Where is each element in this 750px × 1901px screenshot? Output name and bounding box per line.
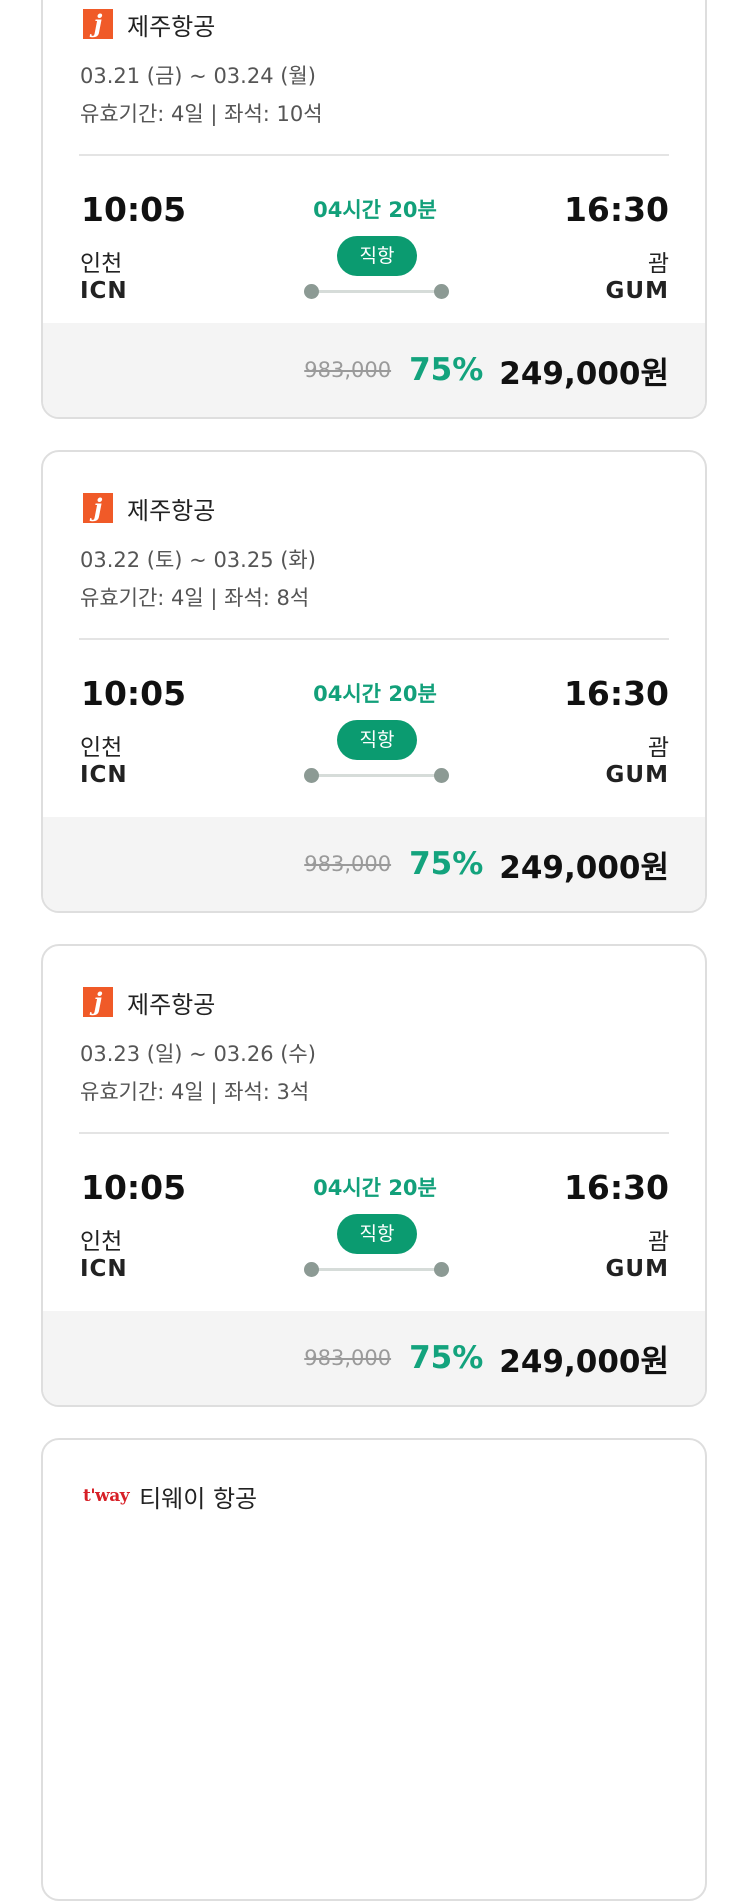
price-bar: 983,000 75% 249,000원	[43, 1311, 705, 1405]
arrival-code: GUM	[605, 278, 669, 304]
airline-name: 제주항공	[127, 496, 216, 525]
airline-row: j 제주항공	[83, 492, 216, 525]
final-price: 249,000원	[499, 355, 669, 392]
route-line	[310, 290, 442, 293]
original-price: 983,000	[304, 1346, 392, 1370]
direct-flight-badge: 직항	[337, 236, 417, 276]
airline-name: 티웨이 항공	[139, 1484, 258, 1513]
airline-name: 제주항공	[127, 12, 216, 41]
departure-code: ICN	[80, 1256, 128, 1282]
airline-name: 제주항공	[127, 990, 216, 1019]
arrival-time: 16:30	[563, 1168, 669, 1207]
discount-rate: 75%	[409, 846, 484, 882]
route-end-dot	[434, 284, 449, 299]
departure-city: 인천	[80, 251, 123, 277]
travel-dates: 03.23 (일) ~ 03.26 (수)	[80, 1042, 316, 1066]
route-end-dot	[434, 768, 449, 783]
airline-row: j 제주항공	[83, 8, 216, 41]
price-bar: 983,000 75% 249,000원	[43, 817, 705, 911]
departure-time: 10:05	[81, 190, 187, 229]
arrival-city: 괌	[647, 735, 669, 761]
jeju-air-logo: j	[83, 9, 113, 39]
flight-duration: 04시간 20분	[313, 198, 437, 222]
departure-city: 인천	[80, 1229, 123, 1255]
original-price: 983,000	[304, 852, 392, 876]
validity-seats: 유효기간: 4일 | 좌석: 8석	[80, 586, 310, 610]
direct-flight-badge: 직항	[337, 720, 417, 760]
departure-code: ICN	[80, 278, 128, 304]
jeju-air-logo: j	[83, 987, 113, 1017]
route-end-dot	[434, 1262, 449, 1277]
final-price: 249,000원	[499, 849, 669, 886]
flight-card[interactable]: t'way 티웨이 항공	[41, 1438, 707, 1901]
flight-duration: 04시간 20분	[313, 682, 437, 706]
validity-seats: 유효기간: 4일 | 좌석: 10석	[80, 102, 323, 126]
price-row: 983,000 75% 249,000원	[304, 323, 669, 417]
validity-seats: 유효기간: 4일 | 좌석: 3석	[80, 1080, 310, 1104]
travel-dates: 03.22 (토) ~ 03.25 (화)	[80, 548, 316, 572]
arrival-city: 괌	[647, 251, 669, 277]
departure-code: ICN	[80, 762, 128, 788]
route-start-dot	[304, 1262, 319, 1277]
discount-rate: 75%	[409, 1340, 484, 1376]
flight-card[interactable]: j 제주항공 03.22 (토) ~ 03.25 (화) 유효기간: 4일 | …	[41, 450, 707, 913]
flight-duration: 04시간 20분	[313, 1176, 437, 1200]
flight-card[interactable]: j 제주항공 03.21 (금) ~ 03.24 (월) 유효기간: 4일 | …	[41, 0, 707, 419]
price-row: 983,000 75% 249,000원	[304, 1311, 669, 1405]
route-start-dot	[304, 768, 319, 783]
arrival-city: 괌	[647, 1229, 669, 1255]
airline-row: t'way 티웨이 항공	[83, 1480, 258, 1513]
tway-air-logo: t'way	[83, 1486, 130, 1506]
flight-card[interactable]: j 제주항공 03.23 (일) ~ 03.26 (수) 유효기간: 4일 | …	[41, 944, 707, 1407]
departure-time: 10:05	[81, 1168, 187, 1207]
divider	[79, 1132, 669, 1134]
departure-time: 10:05	[81, 674, 187, 713]
price-bar: 983,000 75% 249,000원	[43, 323, 705, 417]
arrival-code: GUM	[605, 1256, 669, 1282]
departure-city: 인천	[80, 735, 123, 761]
price-row: 983,000 75% 249,000원	[304, 817, 669, 911]
divider	[79, 154, 669, 156]
discount-rate: 75%	[409, 352, 484, 388]
route-line	[310, 1268, 442, 1271]
travel-dates: 03.21 (금) ~ 03.24 (월)	[80, 64, 316, 88]
route-line	[310, 774, 442, 777]
arrival-code: GUM	[605, 762, 669, 788]
route-start-dot	[304, 284, 319, 299]
direct-flight-badge: 직항	[337, 1214, 417, 1254]
jeju-air-logo: j	[83, 493, 113, 523]
final-price: 249,000원	[499, 1343, 669, 1380]
divider	[79, 638, 669, 640]
airline-row: j 제주항공	[83, 986, 216, 1019]
original-price: 983,000	[304, 358, 392, 382]
arrival-time: 16:30	[563, 190, 669, 229]
arrival-time: 16:30	[563, 674, 669, 713]
